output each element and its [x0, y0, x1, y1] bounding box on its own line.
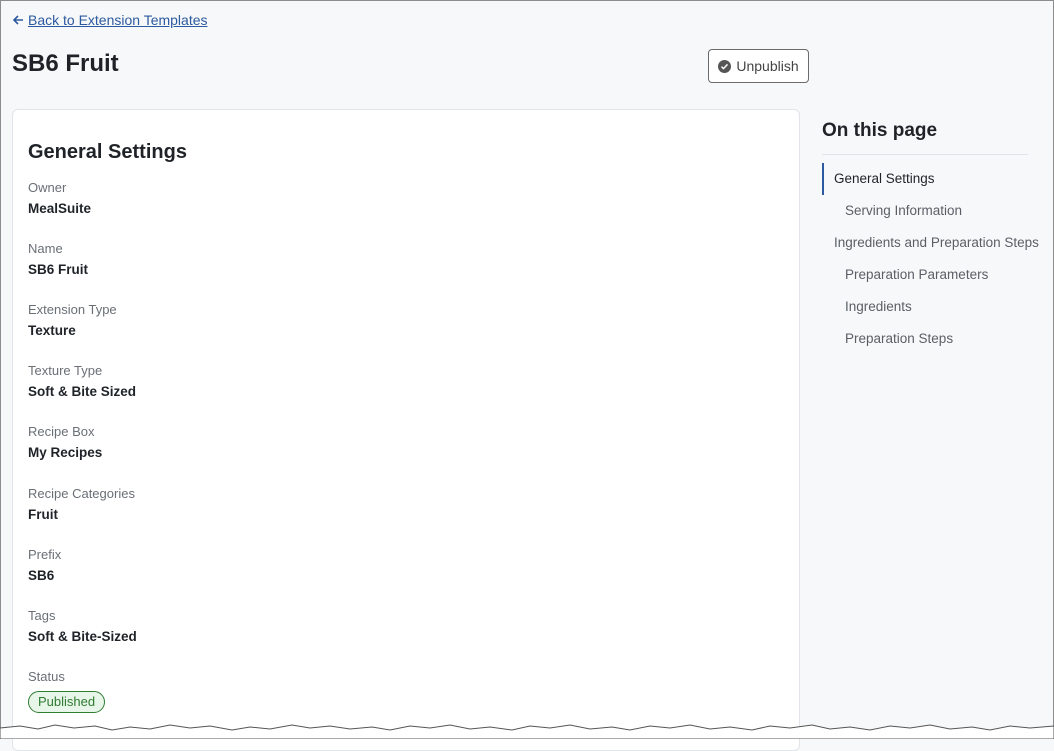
general-settings-heading: General Settings	[28, 141, 187, 163]
on-this-page-nav: On this page General Settings Serving In…	[822, 120, 1039, 355]
field-value: Texture	[28, 323, 76, 338]
prefix-field: Prefix SB6	[28, 547, 61, 584]
field-value: Fruit	[28, 507, 58, 522]
toc-item-serving-information[interactable]: Serving Information	[822, 195, 1028, 227]
field-label: Name	[28, 241, 63, 256]
toc-item-preparation-steps[interactable]: Preparation Steps	[822, 323, 1028, 355]
field-value: SB6 Fruit	[28, 262, 89, 277]
torn-edge	[0, 724, 1054, 739]
field-value: Soft & Bite-Sized	[28, 629, 137, 644]
check-circle-icon	[718, 59, 732, 73]
status-field: Status Published	[28, 669, 106, 713]
field-value: Soft & Bite Sized	[28, 384, 137, 399]
field-value: My Recipes	[28, 445, 103, 460]
unpublish-label: Unpublish	[736, 58, 799, 74]
status-badge: Published	[28, 691, 106, 713]
field-label: Texture Type	[28, 363, 103, 378]
field-label: Prefix	[28, 547, 62, 562]
back-link-label[interactable]: Back to Extension Templates	[28, 12, 208, 28]
field-label: Recipe Categories	[28, 486, 135, 501]
unpublish-button[interactable]: Unpublish	[708, 49, 809, 83]
tags-field: Tags Soft & Bite-Sized	[28, 608, 137, 645]
field-value: MealSuite	[28, 201, 92, 216]
field-label: Recipe Box	[28, 424, 95, 439]
field-label: Tags	[28, 608, 56, 623]
name-field: Name SB6 Fruit	[28, 241, 88, 278]
field-label: Owner	[28, 180, 67, 195]
recipe-categories-field: Recipe Categories Fruit	[28, 486, 135, 523]
page-title: SB6 Fruit	[12, 50, 119, 77]
field-label: Extension Type	[28, 302, 117, 317]
toc-item-ingredients[interactable]: Ingredients	[822, 291, 1028, 323]
toc-item-general-settings[interactable]: General Settings	[822, 163, 1028, 195]
general-settings-card: General Settings Owner MealSuite Name SB…	[12, 109, 800, 751]
toc-list: General Settings Serving Information Ing…	[822, 163, 1039, 355]
toc-title: On this page	[822, 120, 1028, 155]
toc-item-ingredients-and-preparation-steps[interactable]: Ingredients and Preparation Steps	[822, 227, 1039, 259]
field-label: Status	[28, 669, 65, 684]
owner-field: Owner MealSuite	[28, 180, 91, 217]
field-value: SB6	[28, 568, 55, 583]
texture-type-field: Texture Type Soft & Bite Sized	[28, 363, 136, 400]
toc-item-preparation-parameters[interactable]: Preparation Parameters	[822, 259, 1028, 291]
extension-type-field: Extension Type Texture	[28, 302, 117, 339]
back-to-templates-link[interactable]: Back to Extension Templates	[12, 12, 208, 28]
arrow-left-icon	[12, 15, 23, 25]
recipe-box-field: Recipe Box My Recipes	[28, 424, 102, 461]
